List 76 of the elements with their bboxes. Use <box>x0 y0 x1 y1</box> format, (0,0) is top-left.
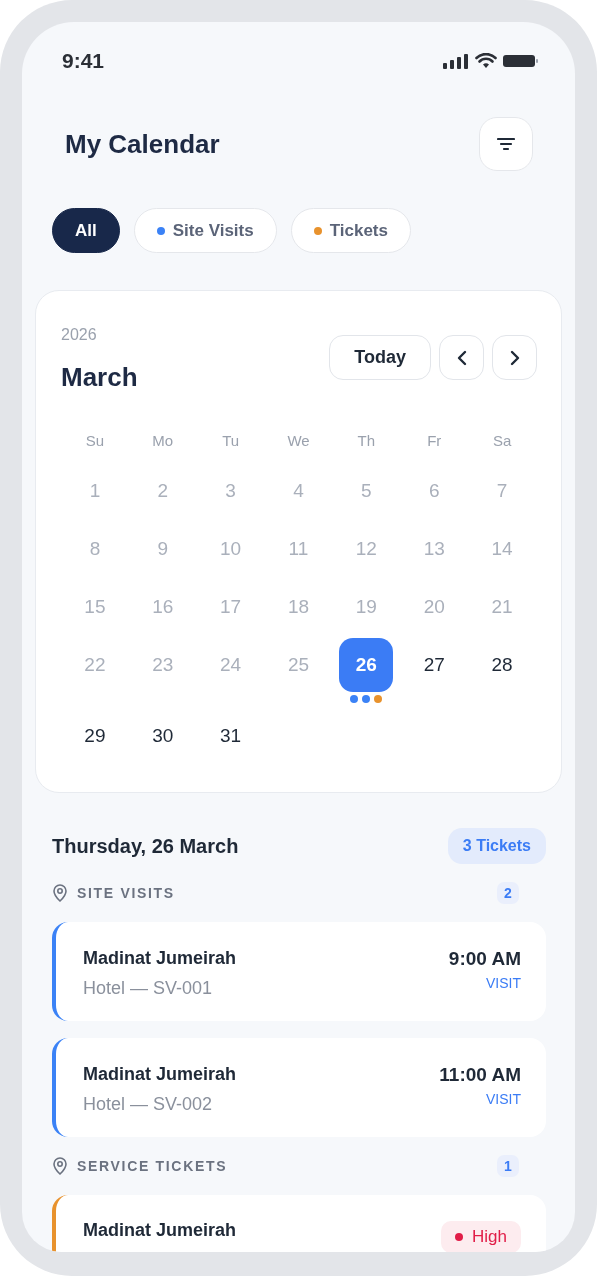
calendar-day[interactable]: 5 <box>339 464 394 518</box>
filter-button[interactable] <box>479 117 533 171</box>
calendar-day[interactable]: 24 <box>203 638 258 692</box>
calendar-day[interactable]: 19 <box>339 580 394 634</box>
visit-subtitle: Hotel — SV-001 <box>83 977 214 999</box>
weekday-label: Mo <box>152 431 174 451</box>
calendar-day[interactable]: 21 <box>475 580 530 634</box>
section-title: SITE VISITS <box>77 883 175 903</box>
priority-badge: High <box>441 1221 521 1252</box>
calendar-day[interactable]: 6 <box>407 464 462 518</box>
ticket-title: Madinat Jumeirah <box>83 1219 237 1241</box>
calendar-day[interactable]: 23 <box>135 638 190 692</box>
calendar-day[interactable]: 28 <box>475 638 530 692</box>
weekday-label: Tu <box>222 431 240 451</box>
calendar-day[interactable]: 1 <box>67 464 122 518</box>
calendar-day[interactable]: 31 <box>203 709 258 763</box>
calendar-day[interactable]: 26 <box>339 638 394 692</box>
page-title: My Calendar <box>65 127 220 161</box>
calendar-day[interactable]: 27 <box>407 638 462 692</box>
calendar-day[interactable]: 17 <box>203 580 258 634</box>
wifi-icon <box>475 53 497 69</box>
calendar-day[interactable]: 18 <box>271 580 326 634</box>
section-title: SERVICE TICKETS <box>77 1156 228 1176</box>
calendar-day[interactable]: 13 <box>407 522 462 576</box>
visit-time: 11:00 AM <box>439 1063 521 1087</box>
next-month-button[interactable] <box>492 335 537 380</box>
previous-month-button[interactable] <box>439 335 484 380</box>
calendar-day[interactable]: 11 <box>271 522 326 576</box>
filter-chip[interactable]: Tickets <box>290 208 411 253</box>
calendar-day[interactable]: 22 <box>67 638 122 692</box>
filter-icon <box>497 137 515 151</box>
battery-icon <box>503 54 539 68</box>
calendar-day[interactable]: 7 <box>475 464 530 518</box>
calendar-day[interactable]: 15 <box>67 580 122 634</box>
visit-subtitle: Hotel — SV-002 <box>83 1093 214 1115</box>
month-title: March <box>61 361 138 393</box>
visit-card[interactable]: Madinat Jumeirah Hotel — SV-002 11:00 AM VISIT <box>52 1038 546 1137</box>
ticket-card[interactable]: Madinat Jumeirah High <box>52 1195 546 1252</box>
weekday-label: Th <box>357 431 376 451</box>
calendar-day[interactable]: 30 <box>135 709 190 763</box>
year-label: 2026 <box>61 325 98 345</box>
weekday-label: Su <box>85 431 105 451</box>
visit-title: Madinat Jumeirah <box>83 1063 237 1085</box>
section-count: 1 <box>497 1155 519 1177</box>
status-time: 9:41 <box>62 49 105 73</box>
calendar-day[interactable]: 20 <box>407 580 462 634</box>
calendar-day[interactable]: 29 <box>67 709 122 763</box>
visit-card[interactable]: Madinat Jumeirah Hotel — SV-001 9:00 AM VISIT <box>52 922 546 1021</box>
weekday-label: We <box>287 431 310 451</box>
ticket-count-badge: 3 Tickets <box>447 828 546 864</box>
calendar-day[interactable]: 4 <box>271 464 326 518</box>
calendar-day[interactable]: 12 <box>339 522 394 576</box>
visit-title: Madinat Jumeirah <box>83 947 237 969</box>
visit-tag: VISIT <box>486 974 521 992</box>
calendar-day[interactable]: 10 <box>203 522 258 576</box>
section-count: 2 <box>497 882 519 904</box>
weekday-label: Sa <box>492 431 512 451</box>
location-pin-icon <box>52 884 68 902</box>
calendar-day[interactable]: 16 <box>135 580 190 634</box>
signal-icon <box>443 53 469 69</box>
visit-time: 9:00 AM <box>448 947 521 971</box>
calendar-day[interactable]: 14 <box>475 522 530 576</box>
agenda-date: Thursday, 26 March <box>52 834 239 859</box>
calendar-day[interactable]: 3 <box>203 464 258 518</box>
location-pin-icon <box>52 1157 68 1175</box>
weekday-label: Fr <box>427 431 442 451</box>
filter-chip[interactable]: All <box>52 208 120 253</box>
today-button[interactable]: Today <box>329 335 431 380</box>
calendar-day[interactable]: 2 <box>135 464 190 518</box>
visit-tag: VISIT <box>486 1090 521 1108</box>
chevron-right-icon <box>509 349 520 366</box>
chevron-left-icon <box>456 349 467 366</box>
filter-chip[interactable]: Site Visits <box>133 208 277 253</box>
calendar-day[interactable]: 25 <box>271 638 326 692</box>
calendar-day[interactable]: 8 <box>67 522 122 576</box>
calendar-day[interactable]: 9 <box>135 522 190 576</box>
